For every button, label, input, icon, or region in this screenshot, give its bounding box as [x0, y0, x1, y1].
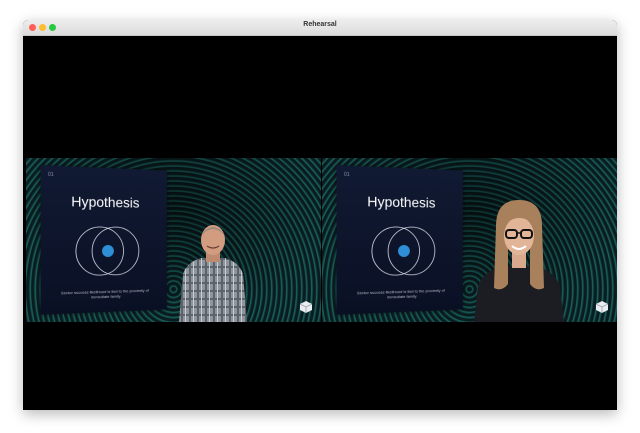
venn-diagram-icon [72, 220, 143, 283]
video-stage: 01 Hypothesis Senior success likelihood … [23, 36, 617, 410]
slide-number: 01 [344, 172, 350, 178]
video-tile-left[interactable]: 01 Hypothesis Senior success likelihood … [26, 158, 321, 322]
slide-number: 01 [48, 172, 54, 178]
presentation-slide: 01 Hypothesis Senior success likelihood … [41, 165, 167, 315]
participant-video-man [173, 218, 253, 322]
participant-video-woman [470, 196, 568, 322]
video-tile-right[interactable]: 01 Hypothesis Senior success likelihood … [322, 158, 617, 322]
presentation-slide: 01 Hypothesis Senior success likelihood … [337, 165, 463, 315]
cube-logo-icon [299, 300, 313, 314]
slide-title: Hypothesis [41, 192, 167, 211]
slide-caption: Senior success likelihood is tied to the… [353, 288, 448, 301]
slide-title: Hypothesis [337, 192, 463, 211]
title-bar: Rehearsal [23, 20, 617, 36]
window-title: Rehearsal [23, 21, 617, 28]
venn-diagram-icon [368, 220, 439, 283]
cube-logo-icon [595, 300, 609, 314]
app-window: Rehearsal 01 Hypothesis Senior success l… [23, 20, 617, 410]
slide-caption: Senior success likelihood is tied to the… [57, 288, 152, 301]
